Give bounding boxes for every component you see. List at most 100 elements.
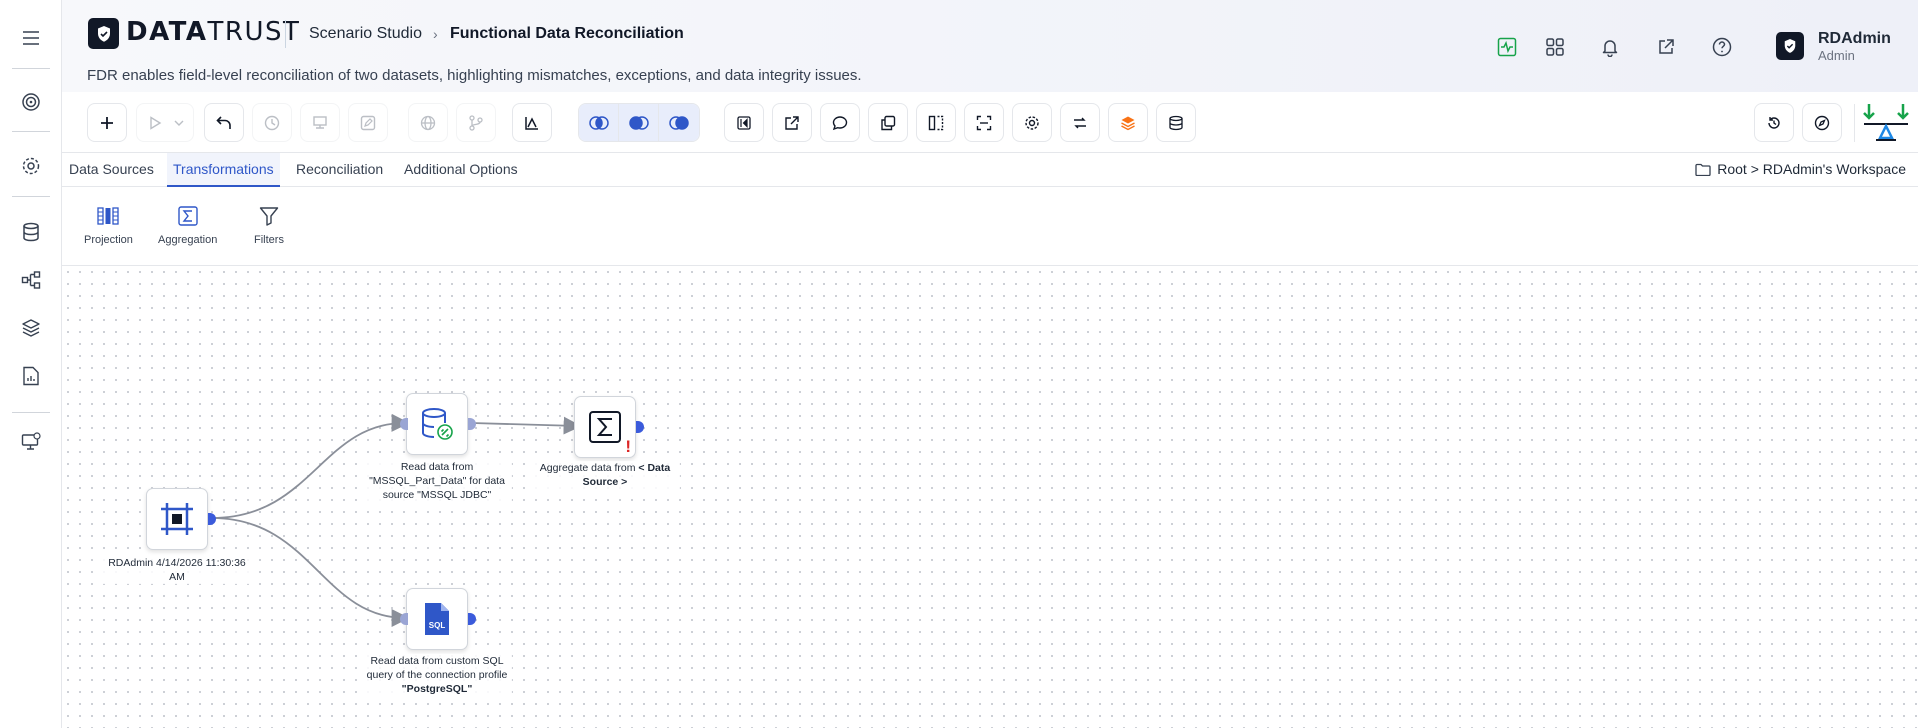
database-link-icon — [422, 408, 453, 440]
left-rail — [0, 0, 62, 728]
sql-source-node[interactable]: SQL — [406, 588, 468, 650]
datastore-button[interactable] — [1156, 103, 1196, 142]
breadcrumb-chevron-icon: › — [433, 26, 438, 42]
scenario-toolbar — [62, 92, 1918, 153]
notification-bell-icon[interactable] — [1597, 34, 1623, 60]
globe-button[interactable] — [408, 103, 448, 142]
run-split-button[interactable] — [136, 103, 194, 142]
sql-node-label: Read data from custom SQL query of the c… — [362, 654, 512, 696]
left-join-icon[interactable] — [619, 104, 659, 141]
sql-file-icon: SQL — [425, 603, 449, 635]
first-page-button[interactable] — [724, 103, 764, 142]
filters-label: Filters — [254, 234, 284, 246]
projection-tool[interactable]: Projection — [84, 204, 133, 246]
frame-icon — [161, 503, 193, 535]
workspace-path: Root > RDAdmin's Workspace — [1717, 161, 1906, 177]
aggregate-node-label: Aggregate data from < Data Source > — [530, 461, 680, 489]
filter-icon — [257, 204, 281, 228]
mssql-input-port[interactable] — [400, 418, 408, 430]
branch-button[interactable] — [456, 103, 496, 142]
aggregate-node[interactable]: ! — [574, 396, 636, 458]
database-icon[interactable] — [17, 218, 45, 246]
external-link-icon[interactable] — [1653, 34, 1679, 60]
undo-button[interactable] — [204, 103, 244, 142]
shield-logo-icon — [88, 18, 119, 49]
edges-layer — [211, 413, 582, 627]
brand-logo-bold: DATA — [126, 17, 208, 47]
sql-input-port[interactable] — [400, 613, 408, 625]
tabs-bar: Data Sources Transformations Reconciliat… — [62, 153, 1918, 187]
stack-button[interactable] — [1108, 103, 1148, 142]
right-join-icon[interactable] — [659, 104, 699, 141]
mssql-node-label: Read data from "MSSQL_Part_Data" for dat… — [362, 460, 512, 502]
inner-join-icon[interactable] — [579, 104, 619, 141]
sql-icon-text: SQL — [429, 621, 446, 630]
start-node-label: RDAdmin 4/14/2026 11:30:36 AM — [102, 556, 252, 584]
comment-button[interactable] — [820, 103, 860, 142]
compare-button[interactable] — [916, 103, 956, 142]
sigma-icon — [589, 411, 621, 443]
hamburger-menu-icon[interactable] — [17, 24, 45, 52]
add-button[interactable] — [87, 103, 127, 142]
help-icon[interactable] — [1709, 34, 1735, 60]
apps-grid-icon[interactable] — [1542, 34, 1568, 60]
monitor-settings-icon[interactable] — [17, 428, 45, 456]
settings-gear-icon[interactable] — [17, 152, 45, 180]
sql-label-text: Read data from custom SQL query of the c… — [366, 655, 508, 681]
brand-logo-light: TRUST — [207, 17, 301, 47]
sigma-icon — [176, 204, 200, 228]
folder-icon — [1695, 163, 1711, 176]
start-node[interactable] — [146, 488, 208, 550]
export-button[interactable] — [772, 103, 812, 142]
user-avatar[interactable] — [1776, 32, 1804, 60]
aggregation-label: Aggregation — [158, 234, 218, 246]
restore-button[interactable] — [1754, 103, 1794, 142]
aggregate-label-text: Aggregate data from — [539, 462, 639, 474]
transfer-button[interactable] — [1060, 103, 1100, 142]
projection-label: Projection — [84, 234, 133, 246]
workspace-breadcrumb[interactable]: Root > RDAdmin's Workspace — [1695, 161, 1906, 177]
reconcile-balance-icon[interactable] — [1862, 102, 1910, 144]
mssql-source-node[interactable] — [406, 393, 468, 455]
filters-tool[interactable]: Filters — [254, 204, 284, 246]
warning-icon: ! — [625, 437, 631, 456]
settings-button[interactable] — [1012, 103, 1052, 142]
breadcrumb-scenario-studio[interactable]: Scenario Studio — [309, 25, 422, 43]
rail-divider — [12, 196, 50, 197]
report-icon[interactable] — [17, 362, 45, 390]
brand-logo: DATATRUST — [126, 17, 300, 47]
tab-transformations[interactable]: Transformations — [167, 153, 280, 187]
tab-additional-options[interactable]: Additional Options — [404, 153, 518, 187]
toolbar-divider — [1854, 104, 1855, 142]
page-title: Functional Data Reconciliation — [450, 25, 684, 42]
target-icon[interactable] — [17, 88, 45, 116]
lineage-button[interactable] — [512, 103, 552, 142]
workflow-icon[interactable] — [17, 266, 45, 294]
rail-divider — [12, 412, 50, 413]
page-description: FDR enables field-level reconciliation o… — [87, 67, 862, 84]
transformation-tools: Projection Aggregation Filters — [62, 188, 1918, 266]
layers-icon[interactable] — [17, 314, 45, 342]
workflow-canvas[interactable]: RDAdmin 4/14/2026 11:30:36 AM Read data … — [62, 266, 1918, 728]
app-header: DATATRUST Scenario Studio › Functional D… — [62, 0, 1918, 92]
header-divider — [285, 20, 286, 48]
rail-divider — [12, 131, 50, 132]
edit-button[interactable] — [348, 103, 388, 142]
projection-icon — [96, 204, 120, 228]
user-role: Admin — [1818, 48, 1855, 63]
copy-button[interactable] — [868, 103, 908, 142]
tab-data-sources[interactable]: Data Sources — [69, 153, 154, 187]
user-name[interactable]: RDAdmin — [1818, 30, 1891, 48]
tab-reconciliation[interactable]: Reconciliation — [296, 153, 383, 187]
edge-mssql-to-aggregate — [471, 416, 582, 435]
health-monitor-icon[interactable] — [1494, 34, 1520, 60]
history-button[interactable] — [252, 103, 292, 142]
aggregation-tool[interactable]: Aggregation — [158, 204, 217, 246]
join-type-group — [578, 103, 700, 142]
scan-button[interactable] — [964, 103, 1004, 142]
compass-button[interactable] — [1802, 103, 1842, 142]
rail-divider — [12, 68, 50, 69]
sql-label-profile: "PostgreSQL" — [401, 683, 473, 695]
chevron-down-icon[interactable] — [174, 119, 184, 127]
deploy-button[interactable] — [300, 103, 340, 142]
